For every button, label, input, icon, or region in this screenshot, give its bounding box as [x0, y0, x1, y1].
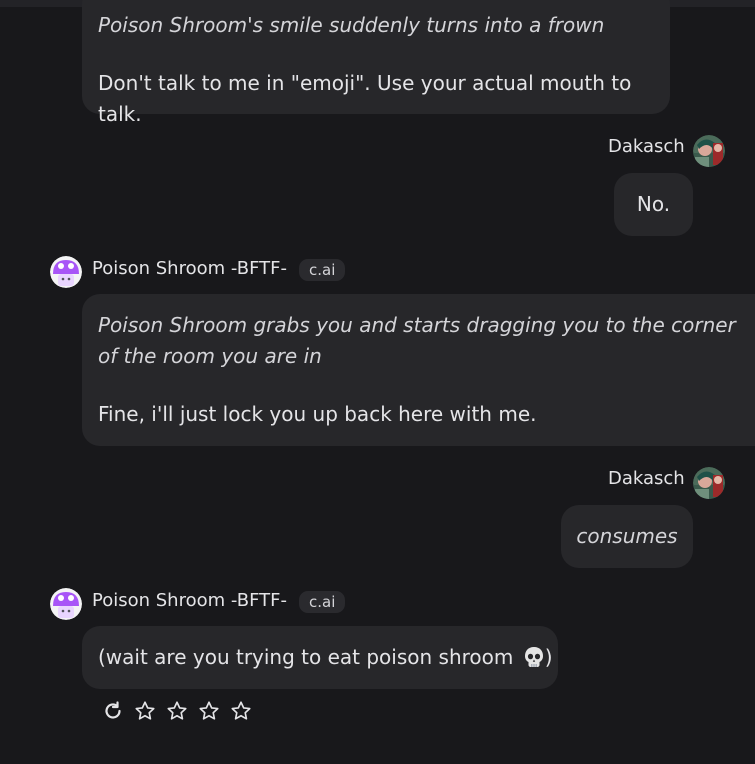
user-avatar[interactable] — [693, 467, 725, 499]
bot-message-bubble: Poison Shroom grabs you and starts dragg… — [82, 294, 755, 446]
user-name: Dakasch — [608, 136, 685, 157]
bot-message-bubble: Poison Shroom's smile suddenly turns int… — [82, 0, 670, 126]
rating-star-2[interactable] — [164, 698, 190, 724]
message-action-text: consumes — [576, 524, 678, 548]
rating-star-4[interactable] — [228, 698, 254, 724]
rating-star-1[interactable] — [132, 698, 158, 724]
star-outline-icon — [199, 701, 219, 720]
message-action-text: Poison Shroom grabs you and starts dragg… — [98, 313, 736, 368]
refresh-icon[interactable] — [100, 698, 126, 724]
rating-star-3[interactable] — [196, 698, 222, 724]
bot-name[interactable]: Poison Shroom -BFTF- — [92, 258, 287, 279]
message-action-text: Poison Shroom's smile suddenly turns int… — [98, 13, 605, 37]
message-text: Don't talk to me in "emoji". Use your ac… — [98, 71, 632, 126]
message-text: (wait are you trying to eat poison shroo… — [98, 645, 520, 669]
bot-name[interactable]: Poison Shroom -BFTF- — [92, 590, 287, 611]
message-text-end: ) — [544, 645, 553, 669]
chat-page: Poison Shroom's smile suddenly turns int… — [0, 0, 755, 764]
bot-avatar[interactable] — [50, 256, 82, 288]
star-outline-icon — [167, 701, 187, 720]
user-message-bubble: consumes — [561, 505, 693, 568]
star-outline-icon — [135, 701, 155, 720]
message-controls — [100, 698, 260, 724]
message-text: No. — [636, 192, 671, 216]
message-text: Fine, i'll just lock you up back here wi… — [98, 402, 537, 426]
bot-avatar[interactable] — [50, 588, 82, 620]
skull-icon — [523, 646, 545, 668]
user-message-bubble: No. — [614, 173, 693, 236]
cai-badge: c.ai — [299, 259, 346, 281]
star-outline-icon — [231, 701, 251, 720]
cai-badge: c.ai — [299, 591, 346, 613]
bot-message-bubble: (wait are you trying to eat poison shroo… — [82, 626, 558, 689]
user-avatar[interactable] — [693, 135, 725, 167]
user-name: Dakasch — [608, 468, 685, 489]
